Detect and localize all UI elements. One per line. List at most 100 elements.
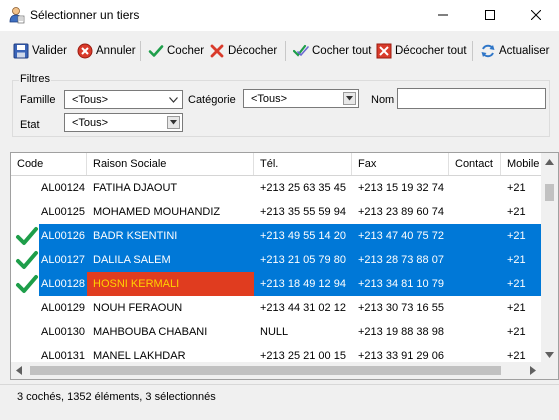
check-icon xyxy=(148,45,164,57)
famille-label: Famille xyxy=(20,94,56,106)
cell-contact xyxy=(449,200,501,224)
cell-contact xyxy=(449,248,501,272)
cell-fax: +213 34 81 10 79 xyxy=(352,272,449,296)
cell-fax: +213 47 40 75 72 xyxy=(352,224,449,248)
row-check-cell[interactable] xyxy=(11,320,39,344)
scroll-right-icon[interactable] xyxy=(530,366,536,375)
toolbar-separator xyxy=(472,41,473,61)
cell-mobile: +21 xyxy=(501,248,541,272)
table-row[interactable]: AL00125 MOHAMED MOUHANDIZ +213 35 55 59 94… xyxy=(11,200,541,224)
column-header-tel[interactable]: Tél. xyxy=(254,153,352,175)
decocher-tout-label: Décocher tout xyxy=(395,45,467,57)
column-header-raison-sociale[interactable]: Raison Sociale xyxy=(87,153,254,175)
tiers-grid[interactable]: Code Raison Sociale Tél. Fax Contact Mob… xyxy=(10,152,559,380)
row-check-cell[interactable] xyxy=(11,200,39,224)
scroll-down-icon[interactable] xyxy=(545,352,554,358)
etat-select[interactable]: <Tous> xyxy=(64,113,183,132)
status-text: 3 cochés, 1352 éléments, 3 sélectionnés xyxy=(17,391,216,403)
cell-tel: +213 18 49 12 94 xyxy=(254,272,352,296)
categorie-value: <Tous> xyxy=(251,93,288,105)
table-row[interactable]: AL00127 DALILA SALEM +213 21 05 79 80 +213 … xyxy=(11,248,541,272)
dropdown-arrow-icon xyxy=(346,96,353,101)
row-checked-icon xyxy=(16,227,38,245)
cell-mobile: +21 xyxy=(501,224,541,248)
column-header-fax[interactable]: Fax xyxy=(352,153,449,175)
etat-dropdown-button[interactable] xyxy=(167,116,180,129)
uncheck-icon xyxy=(210,44,224,58)
table-row[interactable]: AL00124 FATIHA DJAOUT +213 25 63 35 45 +213… xyxy=(11,176,541,200)
dropdown-arrow-icon xyxy=(170,120,177,125)
annuler-label: Annuler xyxy=(96,45,136,57)
valider-button[interactable]: Valider xyxy=(13,38,67,64)
window-title: Sélectionner un tiers xyxy=(30,8,140,22)
row-check-cell[interactable] xyxy=(11,272,39,296)
horizontal-scroll-thumb[interactable] xyxy=(30,366,501,375)
cell-fax: +213 23 89 60 74 xyxy=(358,206,444,218)
table-row[interactable]: AL00128 HOSNI KERMALI +213 18 49 12 94 +213… xyxy=(11,272,541,296)
cell-mobile: +21 xyxy=(507,206,526,218)
cell-code: AL00130 xyxy=(41,326,86,338)
status-bar: 3 cochés, 1352 éléments, 3 sélectionnés xyxy=(0,384,559,411)
maximize-button[interactable] xyxy=(467,0,513,31)
cell-fax: +213 19 88 38 98 xyxy=(358,326,444,338)
toolbar-separator xyxy=(140,41,141,61)
cell-tel: +213 21 05 79 80 xyxy=(254,248,352,272)
cocher-tout-button[interactable]: Cocher tout xyxy=(293,38,371,64)
table-row[interactable]: AL00129 NOUH FERAOUN +213 44 31 02 12 +213 … xyxy=(11,296,541,320)
close-icon xyxy=(530,9,542,21)
cocher-tout-label: Cocher tout xyxy=(312,45,372,57)
cell-tel: +213 25 63 35 45 xyxy=(260,182,346,194)
valider-label: Valider xyxy=(32,45,67,57)
table-row[interactable]: AL00130 MAHBOUBA CHABANI NULL +213 19 88 38… xyxy=(11,320,541,344)
cell-code: AL00129 xyxy=(41,302,86,314)
row-check-cell[interactable] xyxy=(11,248,39,272)
row-check-cell[interactable] xyxy=(11,224,39,248)
nom-label: Nom xyxy=(371,94,395,106)
vertical-scrollbar[interactable] xyxy=(541,153,558,363)
cell-code: AL00128 xyxy=(39,272,87,296)
cell-fax: +213 15 19 32 74 xyxy=(358,182,444,194)
cell-raison: MAHBOUBA CHABANI xyxy=(93,326,208,338)
column-header-contact[interactable]: Contact xyxy=(449,153,501,175)
actualiser-button[interactable]: Actualiser xyxy=(480,38,550,64)
categorie-select[interactable]: <Tous> xyxy=(243,89,359,108)
cell-raison: BADR KSENTINI xyxy=(87,224,254,248)
scroll-left-icon[interactable] xyxy=(16,366,22,375)
annuler-button[interactable]: Annuler xyxy=(77,38,136,64)
actualiser-label: Actualiser xyxy=(499,45,550,57)
row-check-cell[interactable] xyxy=(11,296,39,320)
minimize-button[interactable] xyxy=(420,0,466,31)
cell-fax: +213 28 73 88 07 xyxy=(352,248,449,272)
row-checked-icon xyxy=(16,251,38,269)
decocher-button[interactable]: Décocher xyxy=(209,38,277,64)
horizontal-scrollbar[interactable] xyxy=(11,362,541,379)
cell-mobile: +21 xyxy=(507,326,526,338)
cell-contact xyxy=(449,296,501,320)
column-header-mobile[interactable]: Mobile xyxy=(501,153,546,175)
vertical-scroll-thumb[interactable] xyxy=(545,184,554,201)
row-check-cell[interactable] xyxy=(11,176,39,200)
check-all-icon xyxy=(293,44,309,57)
etat-value: <Tous> xyxy=(72,117,109,129)
close-button[interactable] xyxy=(513,0,559,31)
title-bar: Sélectionner un tiers xyxy=(0,0,559,31)
cocher-button[interactable]: Cocher xyxy=(148,38,204,64)
toolbar-separator xyxy=(285,41,286,61)
categorie-dropdown-button[interactable] xyxy=(343,92,356,105)
famille-select[interactable]: <Tous> xyxy=(64,90,183,109)
categorie-label: Catégorie xyxy=(188,94,236,106)
nom-input[interactable] xyxy=(397,88,546,109)
cell-code: AL00127 xyxy=(39,248,87,272)
grid-header: Code Raison Sociale Tél. Fax Contact Mob… xyxy=(11,153,558,176)
cell-tel: +213 49 55 14 20 xyxy=(254,224,352,248)
cancel-icon xyxy=(77,43,93,59)
cell-contact xyxy=(449,320,501,344)
column-header-code[interactable]: Code xyxy=(11,153,87,175)
decocher-tout-button[interactable]: Décocher tout xyxy=(376,38,467,64)
cell-raison: FATIHA DJAOUT xyxy=(93,182,178,194)
table-row[interactable]: AL00126 BADR KSENTINI +213 49 55 14 20 +213… xyxy=(11,224,541,248)
scroll-up-icon[interactable] xyxy=(545,159,554,165)
decocher-label: Décocher xyxy=(228,45,278,57)
maximize-icon xyxy=(485,10,495,20)
cell-raison: NOUH FERAOUN xyxy=(93,302,183,314)
